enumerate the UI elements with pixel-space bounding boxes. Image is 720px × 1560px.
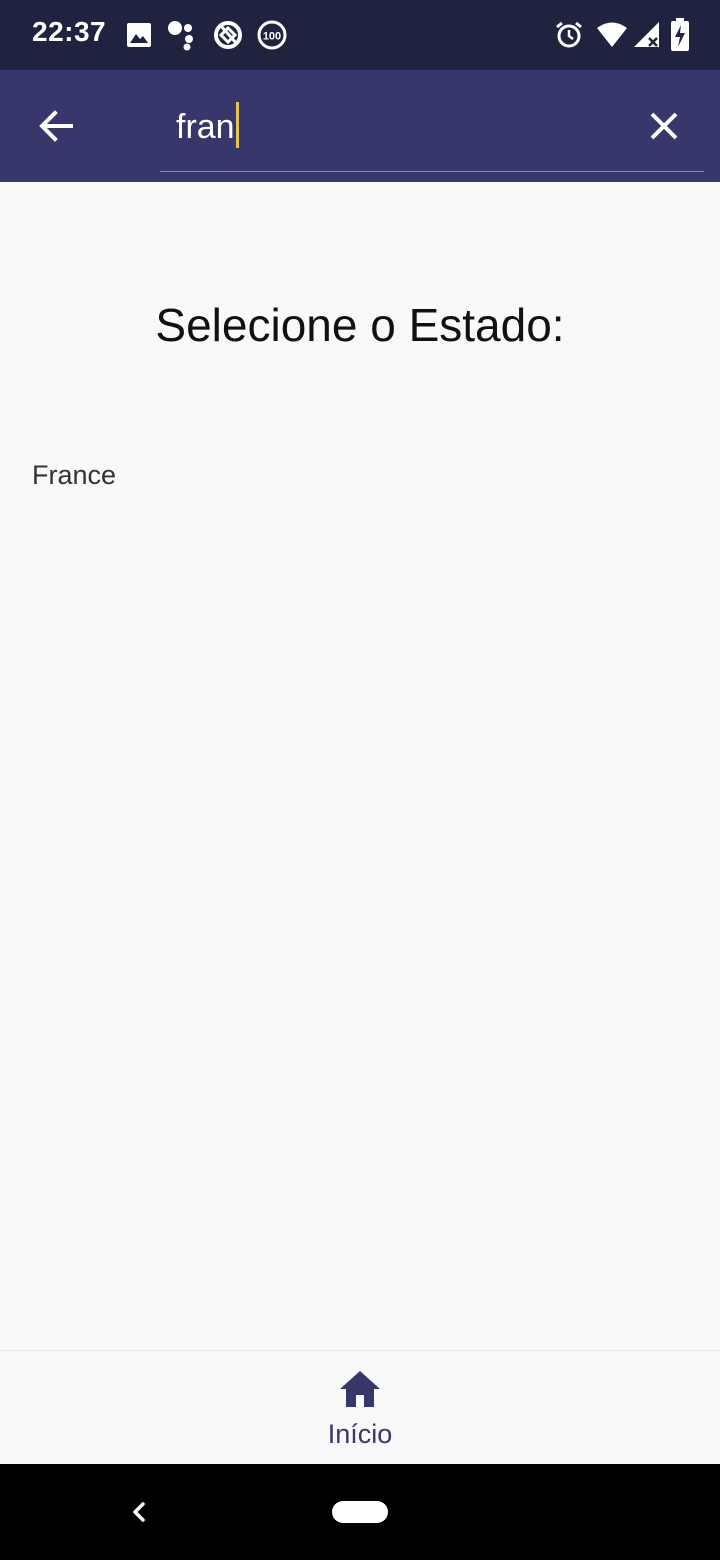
search-app-bar: fran [0,70,720,182]
wifi-icon: 4 [597,22,627,47]
svg-text:100: 100 [263,31,281,43]
screen: 22:37 100 4 fran Selecione o Estado: Fra… [0,0,720,1560]
result-item-france[interactable]: France [0,440,720,512]
image-icon [127,23,151,47]
cellular-signal-no-data-icon [634,22,659,47]
svg-text:4: 4 [619,35,625,46]
back-button[interactable] [26,96,86,156]
result-item-label: France [32,460,117,490]
bottom-navigation: Início [0,1350,720,1465]
chevron-left-icon[interactable] [124,1496,154,1528]
text-caret [235,102,239,148]
search-input[interactable]: fran [160,88,704,172]
status-time: 22:37 [32,16,107,47]
battery-100-badge-icon: 100 [257,20,287,50]
home-pill-icon[interactable] [332,1501,388,1523]
assistant-dots-icon [168,21,193,51]
clear-search-button[interactable] [634,96,694,156]
system-navigation-bar [0,1464,720,1560]
alarm-icon [556,21,582,48]
arrow-left-icon [39,110,73,142]
nav-item-inicio[interactable]: Início [300,1351,420,1465]
battery-charging-icon [671,18,689,51]
nav-item-label: Início [327,1419,393,1449]
page-title: Selecione o Estado: [155,299,565,351]
home-icon [340,1371,380,1407]
search-input-value[interactable]: fran [176,102,239,148]
status-bar: 22:37 100 4 [0,0,720,70]
data-saver-icon [214,21,242,49]
close-icon [650,112,678,140]
